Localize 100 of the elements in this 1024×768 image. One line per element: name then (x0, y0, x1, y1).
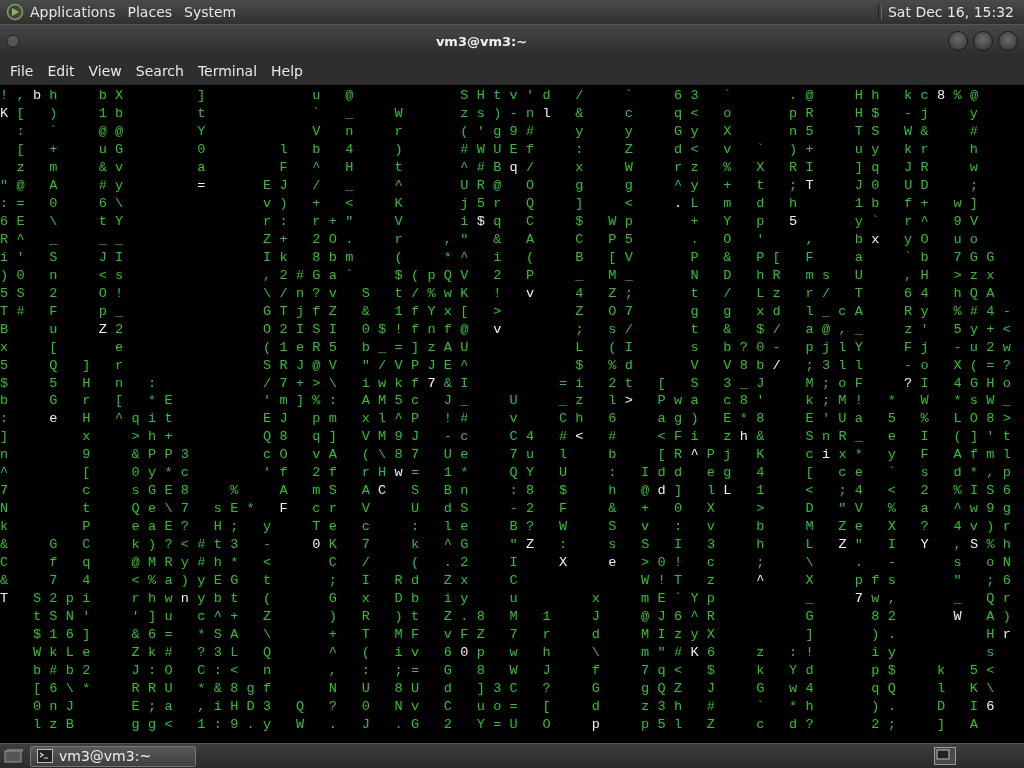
terminal-text: S2pi rhw (31, 591, 181, 607)
menu-item[interactable]: Help (265, 62, 309, 79)
terminal-text: [6\* RRU *&8gf N U 8U d ]3C ? G gQZ J G w4 qQ l K\ (31, 680, 1003, 696)
terminal-text: cr V U dS -2 F & + 0 X > D "V % a ^w9g (311, 501, 1020, 517)
terminal-text: Pwa c8' k;M! * W *sW_ (656, 393, 1020, 409)
menu-item[interactable]: Terminal (191, 62, 264, 79)
terminal-text: ? (904, 375, 921, 391)
terminal-text: e (608, 555, 625, 571)
terminal-text: EJ / _ ^ UR@ O g g ^y + t ; (262, 177, 806, 193)
terminal-text: ^ [ 0y*c 'f 2f rH (0, 465, 395, 481)
taskbar-button[interactable]: vm3@vm3:~ (30, 745, 196, 767)
terminal-text: A) (985, 609, 1020, 625)
terminal-text: n 9 &PP3 cO vA (\87 Ue 7u l b [R (0, 447, 691, 463)
panel-menu[interactable]: Places (121, 4, 179, 20)
terminal-text: "@ A #y (0, 177, 133, 193)
show-desktop-icon[interactable] (4, 748, 24, 764)
terminal-text: 7 c sGE8 % A mS A (0, 483, 379, 499)
terminal-text: q (509, 159, 527, 175)
panel-menu[interactable]: Applications (24, 4, 122, 20)
terminal-text: lzB gg< 1:9.y W . J .G 2 Y=U O (31, 716, 560, 732)
terminal-text: : ` @@ Y V n r ('g9# y y Gy X n5 TS W& # (15, 123, 987, 139)
terminal-text: Y (920, 537, 938, 553)
terminal-text: / x W rz % X RI ]q JR w (526, 159, 987, 175)
terminal-text: 1 < ;4 < 2 %IS6 (755, 483, 1020, 499)
terminal-text: T (805, 177, 822, 193)
terminal-text: q C $ Wp + Y p (493, 213, 774, 229)
terminal-text: 4 Z; t / Lz r/ T 64 hQA (574, 285, 1003, 301)
terminal-text: n (180, 591, 198, 607)
terminal-text: H ^qit EJ pm xl^P !# v Ch 6 ag) E*8 E'Ua 5 % LO8> (81, 411, 1020, 427)
terminal-text: : s S I 3 h L (557, 537, 823, 553)
terminal-text: 0nJ E;a ,iHD3 Q ? 0 Nv C uo= [ d z3h # ` *h ). D I (31, 698, 987, 714)
clock[interactable]: Sat Dec 16, 15:32 (888, 4, 1018, 20)
maximize-button[interactable] (973, 31, 993, 51)
terminal-text: yO uo (903, 231, 987, 247)
terminal-text: 2 O2ISI 0$!fnf@ (115, 321, 478, 337)
menu-item[interactable]: File (4, 62, 40, 79)
terminal-text: ;3ll -o X(=? (804, 357, 1020, 373)
menu-item[interactable]: Edit (41, 62, 81, 79)
panel-menu[interactable]: System (178, 4, 243, 20)
terminal-text: . (673, 195, 691, 211)
terminal-text: p (591, 716, 609, 732)
terminal-text: Pj K c (706, 447, 822, 463)
terminal-text: x (871, 231, 888, 247)
terminal-text: & G C k)?<#t3 - (0, 537, 281, 553)
terminal-text: b (32, 88, 50, 103)
terminal-text: L (723, 483, 740, 499)
terminal-text: h (739, 429, 757, 445)
terminal-text: WkLe Zk# ?3L Q ^ ( iv 6 (31, 645, 461, 661)
terminal-text: ; s/ t & $/ a@,_ z' 5y+< (574, 321, 1020, 337)
terminal-text: N t Qe\7 sE* (0, 501, 264, 517)
terminal-text: y` r^ 9V (853, 213, 987, 229)
terminal-text: Z (526, 537, 543, 553)
terminal-text: , (952, 537, 970, 553)
foot-logo-icon[interactable] (6, 3, 24, 21)
terminal-text: 6E \ tY r: r+" V i (0, 213, 477, 229)
menu-item[interactable]: Search (129, 62, 190, 79)
terminal-text: l (542, 105, 559, 121)
terminal-text: >0! c ; \ . - s oN (640, 555, 1020, 571)
terminal-text: K (690, 645, 707, 661)
minimize-button[interactable] (948, 31, 968, 51)
terminal-text: k P eaE? H; y Te c : le B? W S v : v b M Ze X ? 4v)r (0, 519, 1020, 535)
window-menu-icon[interactable] (6, 34, 20, 48)
terminal-text: # <Fi z (607, 429, 740, 445)
terminal-text: h bX ] u @ SHtv'd / ` 63 ` .@ Hh kc (49, 88, 937, 103)
terminal-icon (37, 749, 53, 763)
terminal-text: > (624, 393, 642, 409)
terminal-text: w, _ Qr (871, 591, 1020, 607)
terminal-text: p5l Z c d? 2; ] A (640, 716, 987, 732)
terminal-text: 6 z :! iy s (706, 645, 1003, 661)
terminal-text: )0 n <s ,2#Ga` $(pQV 2 P _ M_ N D hR ms U ,H >zx (0, 267, 1003, 283)
workspace-icon[interactable] (934, 747, 956, 765)
terminal-text: J0 UD ; (853, 177, 987, 193)
terminal-text: X pfs " ;6 (804, 573, 1020, 589)
terminal-text: %h (986, 537, 1020, 553)
terminal-text: & c q< o pR H$ -j y (574, 105, 987, 121)
terminal-text: K (0, 105, 17, 121)
terminal-text: 6 (986, 698, 1003, 714)
close-button[interactable] (998, 31, 1018, 51)
terminal-text: e (49, 411, 66, 427)
terminal-text: %@ (953, 88, 987, 103)
terminal-text: ] x >h+ Q8 q] VM9J -c C4 # (0, 429, 576, 445)
terminal-text: 7 (427, 375, 444, 391)
terminal-text: C f q @MRy#h* < C / ( .2 I (0, 555, 527, 571)
terminal-text: K 7 k ^G " (328, 537, 527, 553)
terminal-text: S Bn :8 $ h @ (409, 483, 658, 499)
terminal-text: v (493, 321, 510, 337)
terminal-text: 5 Q ] r SRJ@V "/VPJE^ $ %d V V8b (0, 357, 773, 373)
terminal-text: / (772, 357, 790, 373)
terminal-text: b#b2 J:O C:< n , : ;= G 8 W J f 7q< $ k Yd p$ k 5< (31, 663, 1003, 678)
terminal-text: := 0 6\ v) + < K j5r Q ] < (0, 195, 643, 211)
terminal-text: I 4GHo (920, 375, 1020, 391)
terminal-text: z m &v a F ^ H t ^#B (15, 159, 510, 175)
terminal-text: T (0, 591, 17, 607)
terminal-text: R^ _ __ Z+ 2O. r ," & A C P5 . O ' , b (0, 231, 872, 247)
menu-item[interactable]: View (82, 62, 128, 79)
terminal-text: 7 (854, 591, 872, 607)
terminal-text: & 7 4 <%a)yEG t ; I Rd Zx C W!T z (0, 573, 725, 589)
terminal-text: B u (0, 321, 67, 337)
terminal-text: $ 5 H n : /7+>\ iwkf (0, 375, 428, 391)
terminal-text: !, (0, 88, 33, 103)
